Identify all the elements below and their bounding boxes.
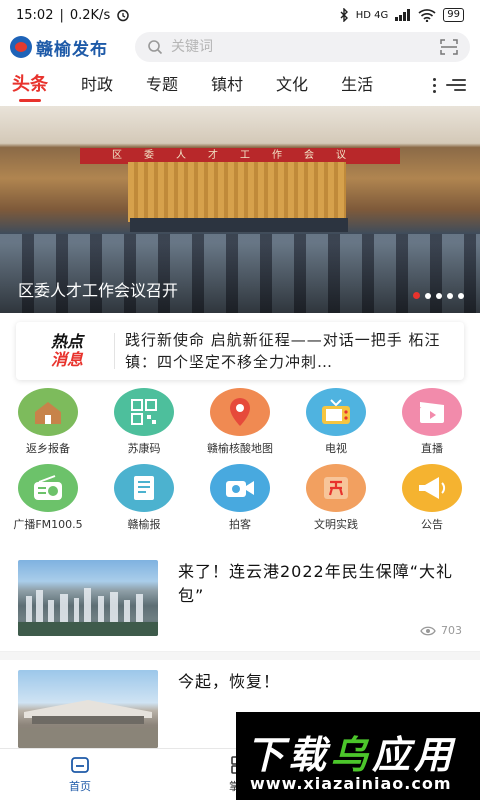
- service-return-report[interactable]: 返乡报备: [0, 388, 96, 462]
- service-ganyu-paper[interactable]: 赣榆报: [96, 464, 192, 538]
- service-nucleic-map[interactable]: 赣榆核酸地图: [192, 388, 288, 462]
- carousel-dot[interactable]: [436, 292, 442, 299]
- service-reporter[interactable]: 拍客: [192, 464, 288, 538]
- nav-home-label: 首页: [69, 779, 91, 793]
- channel-tabs: 头条 时政 专题 镇村 文化 生活: [0, 66, 480, 106]
- map-pin-icon: [210, 388, 270, 436]
- carousel-dot[interactable]: [458, 292, 464, 299]
- news-thumbnail: [18, 560, 158, 636]
- service-grid: 返乡报备 苏康码 赣榆核酸地图 电视 直播 广播FM100.5 赣榆报 拍客 文…: [0, 388, 480, 538]
- watermark-logo-text: 下载乌应用: [246, 733, 457, 777]
- carousel-dot[interactable]: [447, 292, 453, 299]
- scan-icon[interactable]: [440, 39, 458, 55]
- alarm-icon: [117, 9, 129, 22]
- radio-icon: [18, 464, 78, 512]
- house-icon: [18, 388, 78, 436]
- qr-code-icon: [114, 388, 174, 436]
- search-icon: [148, 40, 163, 55]
- service-live[interactable]: 直播: [384, 388, 480, 462]
- view-count-value: 703: [441, 624, 462, 637]
- news-thumbnail: [18, 670, 158, 748]
- wifi-icon: [418, 8, 436, 22]
- tab-headlines[interactable]: 头条: [12, 66, 48, 106]
- news-title: 来了！连云港2022年民生保障“大礼包”: [178, 562, 454, 605]
- channel-menu-icon[interactable]: [446, 76, 466, 96]
- flag-icon: [306, 464, 366, 512]
- carousel-indicator: [413, 292, 464, 299]
- hot-news-ticker[interactable]: 热点 消息 践行新使命 启航新征程——对话一把手 柘汪镇：四个坚定不移全力冲刺…: [16, 322, 464, 380]
- service-sukang-code[interactable]: 苏康码: [96, 388, 192, 462]
- eye-icon: [420, 626, 436, 635]
- search-bar[interactable]: [135, 32, 470, 62]
- status-bar: 15:02 | 0.2K/s HD 4G 99: [0, 0, 480, 30]
- camera-icon: [210, 464, 270, 512]
- banner-carousel[interactable]: 区委人才工作会议 区委人才工作会议召开: [0, 106, 480, 313]
- service-civilization[interactable]: 文明实践: [288, 464, 384, 538]
- news-title: 今起，恢复！: [178, 672, 281, 691]
- watermark-overlay: 下载乌应用 www.xiazainiao.com: [236, 712, 480, 800]
- tab-culture[interactable]: 文化: [276, 66, 308, 106]
- signal-label: HD 4G: [355, 9, 389, 21]
- service-tv[interactable]: 电视: [288, 388, 384, 462]
- carousel-dot[interactable]: [413, 292, 420, 299]
- nav-home[interactable]: 首页: [0, 749, 160, 800]
- hot-news-badge: 热点 消息: [50, 332, 83, 369]
- app-header: 赣榆发布: [0, 30, 480, 64]
- logo-icon: [10, 36, 32, 58]
- view-count: 703: [420, 624, 462, 637]
- tv-icon: [306, 388, 366, 436]
- app-name: 赣榆发布: [36, 39, 108, 60]
- divider: [0, 652, 480, 660]
- search-input[interactable]: [171, 39, 432, 55]
- bluetooth-icon: [340, 8, 348, 22]
- status-time: 15:02: [16, 7, 54, 23]
- tab-politics[interactable]: 时政: [81, 66, 113, 106]
- home-icon: [71, 756, 89, 773]
- banner-caption: 区委人才工作会议召开: [18, 281, 179, 300]
- tab-life[interactable]: 生活: [341, 66, 373, 106]
- newspaper-icon: [114, 464, 174, 512]
- service-radio[interactable]: 广播FM100.5: [0, 464, 96, 538]
- signal-icon: [395, 9, 411, 21]
- battery-indicator: 99: [443, 8, 464, 22]
- network-speed: 0.2K/s: [69, 7, 111, 23]
- carousel-dot[interactable]: [425, 292, 431, 299]
- megaphone-icon: [402, 464, 462, 512]
- app-logo[interactable]: 赣榆发布: [10, 35, 135, 60]
- watermark-url: www.xiazainiao.com: [250, 774, 452, 793]
- divider: [114, 333, 115, 369]
- tab-topics[interactable]: 专题: [146, 66, 178, 106]
- more-dots-icon[interactable]: [433, 78, 436, 94]
- service-notice[interactable]: 公告: [384, 464, 480, 538]
- news-item[interactable]: 来了！连云港2022年民生保障“大礼包” 703: [0, 544, 480, 652]
- tab-towns[interactable]: 镇村: [211, 66, 243, 106]
- hot-news-text: 践行新使命 启航新征程——对话一把手 柘汪镇：四个坚定不移全力冲刺…: [125, 331, 441, 371]
- clapper-icon: [402, 388, 462, 436]
